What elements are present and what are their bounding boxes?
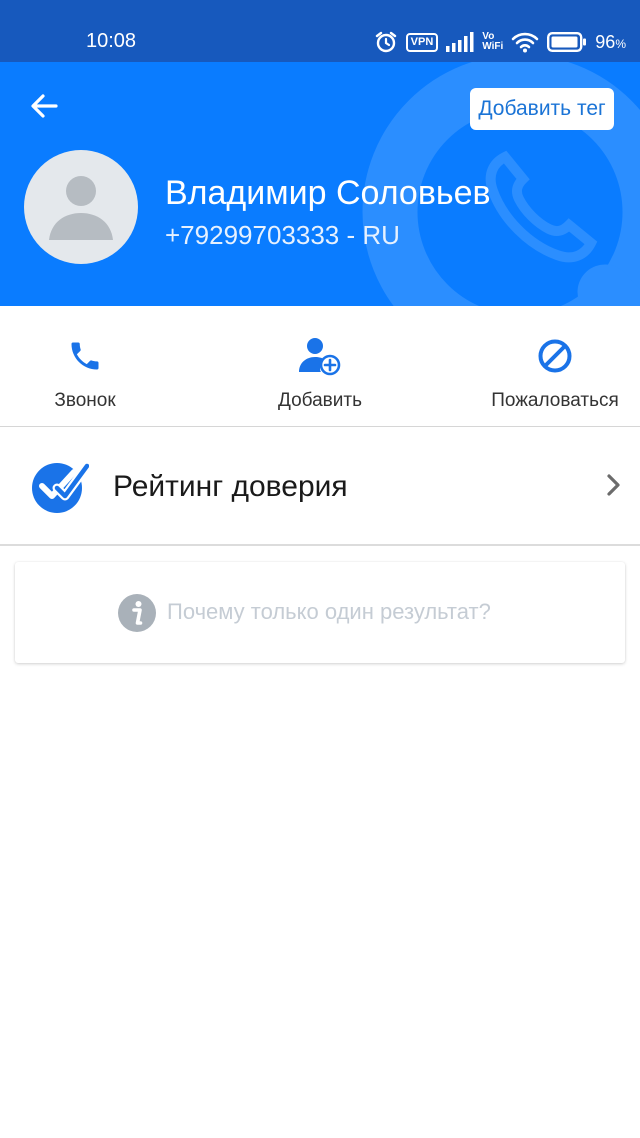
chevron-right-icon bbox=[607, 474, 620, 496]
phone-icon bbox=[71, 342, 99, 370]
check-badge-icon bbox=[32, 461, 89, 513]
contact-header: Добавить тег Владимир Соловьев +79299703… bbox=[0, 62, 640, 306]
battery-unit: % bbox=[615, 36, 626, 51]
vpn-badge: VPN bbox=[405, 32, 439, 52]
add-contact-icon bbox=[299, 338, 341, 376]
vowifi-label: Vo WiFi bbox=[482, 32, 503, 52]
avatar-placeholder-icon bbox=[49, 176, 113, 240]
call-button[interactable]: Звонок bbox=[0, 306, 185, 426]
alarm-icon bbox=[374, 30, 398, 54]
single-result-info-card[interactable]: Почему только один результат? bbox=[15, 562, 625, 663]
action-bar: Звонок Добавить Пожаловаться bbox=[0, 306, 640, 427]
wifi-icon bbox=[511, 31, 539, 53]
battery-value: 96 bbox=[595, 31, 616, 52]
status-time: 10:08 bbox=[86, 30, 137, 52]
battery-icon bbox=[547, 32, 587, 52]
back-arrow-icon bbox=[31, 94, 58, 118]
add-contact-button[interactable]: Добавить bbox=[220, 306, 420, 426]
vowifi-wifi: WiFi bbox=[482, 41, 504, 52]
status-bar: 10:08 VPN Vo WiFi 96% bbox=[0, 0, 640, 62]
block-icon bbox=[538, 339, 572, 373]
back-button[interactable] bbox=[26, 88, 62, 124]
add-contact-label: Добавить bbox=[278, 390, 362, 411]
call-label: Звонок bbox=[54, 390, 116, 411]
report-button[interactable]: Пожаловаться bbox=[455, 306, 640, 426]
info-text: Почему только один результат? bbox=[167, 599, 491, 624]
contact-phone: +79299703333 - RU bbox=[165, 220, 400, 250]
add-tag-button[interactable]: Добавить тег bbox=[470, 88, 614, 130]
report-label: Пожаловаться bbox=[491, 390, 619, 411]
info-icon bbox=[118, 594, 156, 632]
trust-rating-label: Рейтинг доверия bbox=[113, 470, 348, 503]
signal-icon bbox=[446, 32, 474, 52]
status-icons: VPN Vo WiFi 96% bbox=[374, 26, 626, 58]
battery-percent: 96% bbox=[595, 32, 626, 53]
avatar bbox=[24, 150, 138, 264]
contact-name: Владимир Соловьев bbox=[165, 174, 491, 212]
trust-rating-row[interactable]: Рейтинг доверия bbox=[0, 427, 640, 546]
